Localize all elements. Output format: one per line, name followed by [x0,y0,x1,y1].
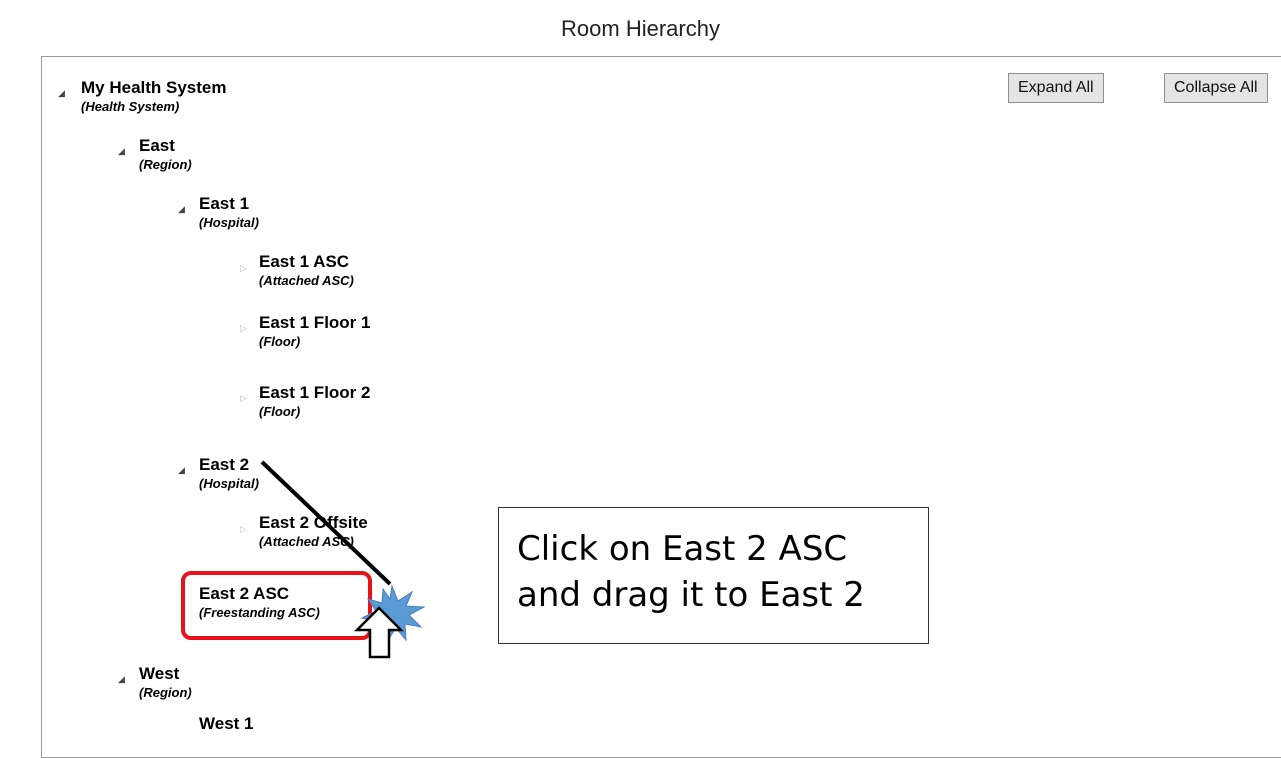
instruction-callout: Click on East 2 ASC and drag it to East … [498,507,929,644]
callout-line-1: Click on East 2 ASC [517,529,848,569]
drag-path-line [260,460,392,586]
callout-line-2: and drag it to East 2 [517,575,865,615]
